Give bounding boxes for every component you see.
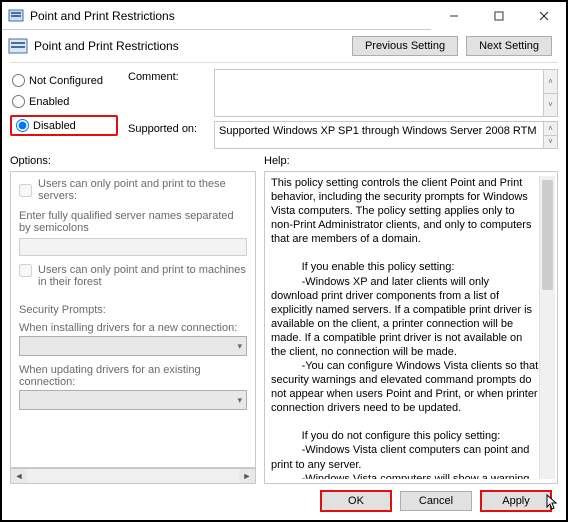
radio-not-configured-input[interactable] (12, 74, 25, 87)
help-pane: Help: This policy setting controls the c… (264, 155, 558, 484)
options-pane: Options: Users can only point and print … (10, 155, 256, 484)
opt-servers-input (19, 238, 247, 256)
radio-disabled-input[interactable] (16, 119, 29, 132)
radio-enabled-label: Enabled (29, 96, 69, 108)
radio-disabled-highlight: Disabled (10, 115, 118, 136)
help-text: This policy setting controls the client … (271, 176, 539, 479)
radio-disabled[interactable]: Disabled (16, 119, 76, 132)
supported-box: Supported Windows XP SP1 through Windows… (214, 121, 558, 149)
opt-servers-row: Users can only point and print to these … (19, 178, 247, 202)
cancel-button[interactable]: Cancel (400, 491, 472, 511)
app-icon (8, 8, 24, 24)
opt-servers-hint: Enter fully qualified server names separ… (19, 210, 247, 234)
config-row: Not Configured Enabled Disabled Comment:… (2, 65, 566, 149)
chevron-down-icon: ▾ (237, 341, 242, 352)
comment-box[interactable]: ˄ ˅ (214, 69, 558, 117)
policy-icon (8, 36, 28, 56)
opt-forest-label: Users can only point and print to machin… (38, 264, 247, 288)
security-prompts-label: Security Prompts: (19, 304, 247, 316)
help-vscroll[interactable] (539, 176, 555, 479)
comment-down-icon[interactable]: ˅ (544, 94, 557, 117)
supported-spin: ˄ ˅ (543, 122, 557, 148)
previous-setting-button[interactable]: Previous Setting (352, 36, 458, 56)
comment-up-icon[interactable]: ˄ (544, 70, 557, 94)
supported-down-icon[interactable]: ˅ (544, 136, 557, 149)
opt-forest-row: Users can only point and print to machin… (19, 264, 247, 288)
scroll-thumb[interactable] (542, 180, 553, 290)
minimize-button[interactable] (431, 2, 476, 30)
supported-up-icon[interactable]: ˄ (544, 122, 557, 136)
policy-header: Point and Print Restrictions Previous Se… (2, 30, 566, 60)
ok-button[interactable]: OK (320, 490, 392, 512)
scroll-right-icon[interactable]: ► (239, 469, 255, 483)
help-header: Help: (264, 155, 558, 167)
comment-value (215, 70, 543, 116)
options-header: Options: (10, 155, 256, 167)
radio-enabled[interactable]: Enabled (10, 94, 118, 109)
panes: Options: Users can only point and print … (10, 155, 558, 484)
apply-button[interactable]: Apply (480, 490, 552, 512)
dialog-footer: OK Cancel Apply (2, 484, 566, 520)
help-body: This policy setting controls the client … (264, 171, 558, 484)
opt-servers-checkbox (19, 184, 32, 197)
scroll-left-icon[interactable]: ◄ (11, 469, 27, 483)
install-drivers-select: ▾ (19, 336, 247, 356)
next-setting-button[interactable]: Next Setting (466, 36, 552, 56)
close-button[interactable] (521, 2, 566, 30)
supported-value: Supported Windows XP SP1 through Windows… (215, 122, 543, 148)
comment-label: Comment: (128, 69, 206, 83)
maximize-button[interactable] (476, 2, 521, 30)
chevron-down-icon: ▾ (237, 395, 242, 406)
radio-enabled-input[interactable] (12, 95, 25, 108)
comment-spin: ˄ ˅ (543, 70, 557, 116)
supported-label: Supported on: (128, 121, 206, 135)
options-body: Users can only point and print to these … (10, 171, 256, 468)
policy-title: Point and Print Restrictions (34, 39, 352, 53)
radio-not-configured-label: Not Configured (29, 75, 103, 87)
opt-servers-label: Users can only point and print to these … (38, 178, 247, 202)
options-hscroll[interactable]: ◄ ► (10, 468, 256, 484)
update-drivers-label: When updating drivers for an existing co… (19, 364, 247, 388)
opt-forest-checkbox (19, 264, 32, 277)
separator (10, 62, 558, 63)
update-drivers-select: ▾ (19, 390, 247, 410)
titlebar: Point and Print Restrictions (2, 2, 566, 30)
install-drivers-label: When installing drivers for a new connec… (19, 322, 247, 334)
state-radios: Not Configured Enabled Disabled (10, 69, 118, 149)
meta-column: Comment: ˄ ˅ Supported on: Supported Win… (128, 69, 558, 149)
radio-not-configured[interactable]: Not Configured (10, 73, 118, 88)
radio-disabled-label: Disabled (33, 120, 76, 132)
window-title: Point and Print Restrictions (30, 9, 431, 23)
